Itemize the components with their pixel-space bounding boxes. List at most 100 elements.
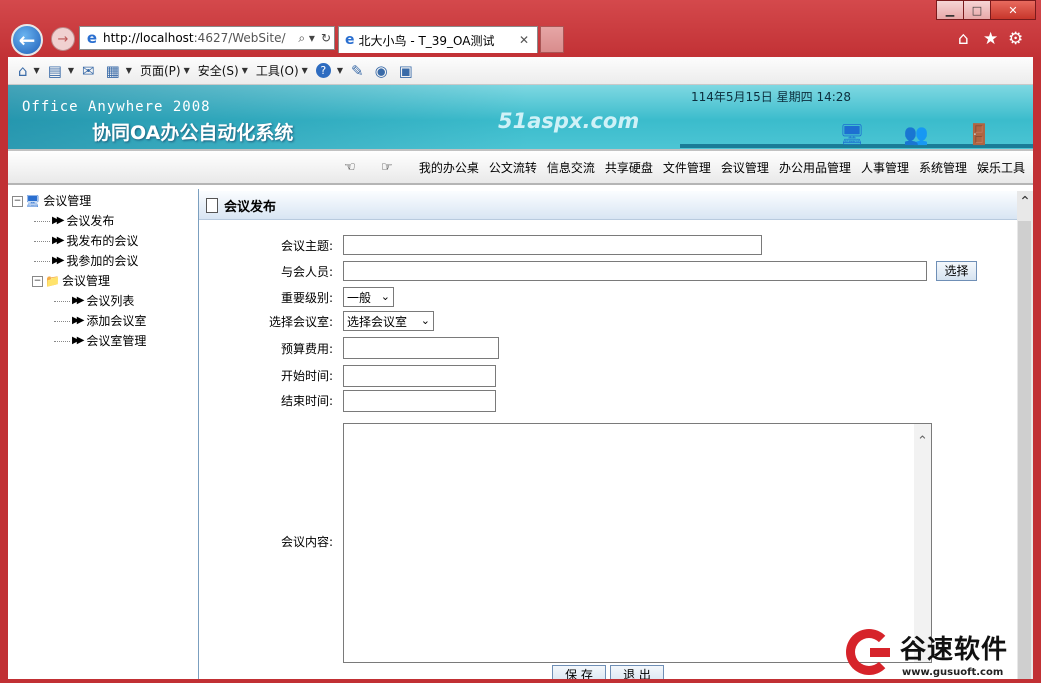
command-bar: ⌂ ▼ ▤ ▼ ✉ ▦ ▼ 页面(P) ▼ 安全(S) ▼ 工具(O) ▼ ? ▼ ✎ ◉ ▣: [8, 57, 1033, 85]
priority-label: 重要级别:: [280, 291, 333, 305]
nav-office-supplies[interactable]: 办公用品管理: [779, 159, 851, 176]
start-time-input[interactable]: [343, 365, 496, 387]
tools-menu-label: 工具(O): [255, 64, 299, 78]
mail-cmd[interactable]: ✉: [82, 62, 98, 80]
subject-input[interactable]: [343, 235, 762, 255]
subject-label: 会议主题:: [280, 239, 333, 253]
end-time-input[interactable]: [343, 390, 496, 412]
budget-label: 预算费用:: [280, 342, 333, 356]
tree-root[interactable]: − 🖥 会议管理: [12, 191, 146, 211]
rss-icon: ▤: [47, 61, 62, 80]
nav-hr[interactable]: 人事管理: [861, 159, 909, 176]
attendees-label: 与会人员:: [280, 265, 333, 279]
ie-page-icon: e: [86, 29, 98, 47]
room-select[interactable]: 选择会议室 ⌄: [343, 311, 434, 331]
page-menu-label: 页面(P): [139, 64, 181, 78]
research-cmd[interactable]: ✎: [351, 62, 367, 80]
refresh-icon[interactable]: ↻: [318, 31, 334, 45]
tree-item-add-room[interactable]: ▶▶ 添加会议室: [12, 311, 146, 331]
computer-icon: 🖥: [25, 194, 41, 208]
tree-line: [34, 240, 50, 242]
search-icon[interactable]: ⌕ ▾: [295, 31, 318, 46]
current-datetime: 114年5月15日 星期四 14:28: [691, 90, 852, 104]
ie-tab-icon: e: [345, 32, 355, 48]
exit-door-icon[interactable]: 🚪: [965, 121, 993, 147]
chevron-up-icon[interactable]: ⌃: [1017, 191, 1033, 213]
tools-gear-icon[interactable]: ⚙: [1008, 29, 1023, 49]
maximize-button[interactable]: □: [963, 0, 991, 20]
chevron-up-icon[interactable]: ⌃: [914, 434, 931, 449]
arrow-icon: ▶▶: [52, 215, 65, 226]
computer-icon[interactable]: 🖥: [838, 121, 866, 147]
exit-button[interactable]: 退 出: [610, 665, 664, 679]
tree-item-meeting-list[interactable]: ▶▶ 会议列表: [12, 291, 146, 311]
gusuoft-watermark-logo: 谷速软件 www.gusuoft.com: [840, 627, 1040, 683]
chevron-down-icon: ⌄: [380, 290, 390, 303]
home-cmd[interactable]: ⌂ ▼: [18, 62, 40, 80]
blog-cmd[interactable]: ▣: [399, 62, 416, 80]
browser-window: ▁ □ ✕ ← → e http://localhost:4627/WebSit…: [0, 0, 1041, 683]
favorites-icon[interactable]: ★: [983, 29, 998, 49]
scrollbar-thumb[interactable]: [1018, 221, 1031, 679]
print-cmd[interactable]: ▦ ▼: [106, 62, 132, 80]
arrow-icon: ▶▶: [72, 315, 85, 326]
messenger-cmd[interactable]: ◉: [375, 62, 391, 80]
nav-my-desk[interactable]: 我的办公桌: [419, 159, 479, 176]
room-label: 选择会议室:: [268, 315, 333, 329]
page-scrollbar[interactable]: ⌃: [1017, 191, 1033, 679]
address-path: :4627/WebSite/: [193, 31, 286, 45]
page-menu[interactable]: 页面(P) ▼: [140, 62, 190, 79]
messenger-icon: ◉: [374, 61, 388, 80]
nav-meeting-management[interactable]: 会议管理: [721, 159, 769, 176]
choose-attendees-button[interactable]: 选择: [936, 261, 977, 281]
help-menu[interactable]: ? ▼: [315, 63, 343, 78]
tree-folder[interactable]: − 📁 会议管理: [12, 271, 146, 291]
attendees-input[interactable]: [343, 261, 927, 281]
nav-info-exchange[interactable]: 信息交流: [547, 159, 595, 176]
meeting-tree: − 🖥 会议管理 ▶▶ 会议发布 ▶▶ 我发布的会议 ▶▶ 我参加的会议 − 📁 会议…: [12, 191, 146, 351]
tab-title: 北大小鸟 - T_39_OA测试: [358, 33, 495, 48]
safety-menu[interactable]: 安全(S) ▼: [198, 62, 248, 79]
hand-right-icon[interactable]: ☞: [381, 160, 393, 175]
priority-value: 一般: [347, 290, 372, 305]
top-nav-items: 我的办公桌 公文流转 信息交流 共享硬盘 文件管理 会议管理 办公用品管理 人事…: [409, 159, 1025, 176]
users-icon[interactable]: 👥: [902, 121, 930, 147]
arrow-icon: ▶▶: [72, 335, 85, 346]
back-icon[interactable]: ←: [11, 24, 43, 56]
safety-menu-label: 安全(S): [197, 64, 239, 78]
save-button[interactable]: 保 存: [552, 665, 606, 679]
new-tab-button[interactable]: [540, 26, 564, 53]
tree-item-room-management[interactable]: ▶▶ 会议室管理: [12, 331, 146, 351]
tools-menu[interactable]: 工具(O) ▼: [256, 62, 308, 79]
tree-item-label: 我发布的会议: [66, 234, 139, 248]
tree-line: [54, 300, 70, 302]
arrow-icon: ▶▶: [52, 255, 65, 266]
collapse-icon[interactable]: −: [32, 275, 43, 287]
nav-system[interactable]: 系统管理: [919, 159, 967, 176]
nav-entertainment[interactable]: 娱乐工具: [977, 159, 1025, 176]
nav-document-flow[interactable]: 公文流转: [489, 159, 537, 176]
tree-item-publish[interactable]: ▶▶ 会议发布: [12, 211, 146, 231]
priority-select[interactable]: 一般 ⌄: [343, 287, 394, 307]
nav-shared-disk[interactable]: 共享硬盘: [605, 159, 653, 176]
tab-close-icon[interactable]: ✕: [511, 33, 537, 47]
nav-file-management[interactable]: 文件管理: [663, 159, 711, 176]
close-button[interactable]: ✕: [990, 0, 1036, 20]
tree-line: [54, 320, 70, 322]
browser-tab[interactable]: e 北大小鸟 - T_39_OA测试 ✕: [338, 26, 538, 53]
tree-item-my-published[interactable]: ▶▶ 我发布的会议: [12, 231, 146, 251]
address-bar[interactable]: e http://localhost:4627/WebSite/ ⌕ ▾ ↻: [79, 26, 335, 50]
tree-item-label: 会议列表: [86, 294, 135, 308]
collapse-icon[interactable]: −: [12, 195, 23, 207]
forward-icon[interactable]: →: [51, 27, 75, 51]
home-icon[interactable]: ⌂: [958, 29, 969, 49]
hand-left-icon[interactable]: ☜: [344, 160, 356, 175]
tree-root-label: 会议管理: [43, 194, 92, 208]
budget-input[interactable]: [343, 337, 499, 359]
address-url[interactable]: http://localhost:4627/WebSite/: [103, 31, 295, 45]
end-time-label: 结束时间:: [280, 394, 333, 408]
feeds-cmd[interactable]: ▤ ▼: [48, 62, 74, 80]
minimize-button[interactable]: ▁: [936, 0, 964, 20]
tree-folder-label: 会议管理: [61, 274, 110, 288]
tree-item-my-attended[interactable]: ▶▶ 我参加的会议: [12, 251, 146, 271]
